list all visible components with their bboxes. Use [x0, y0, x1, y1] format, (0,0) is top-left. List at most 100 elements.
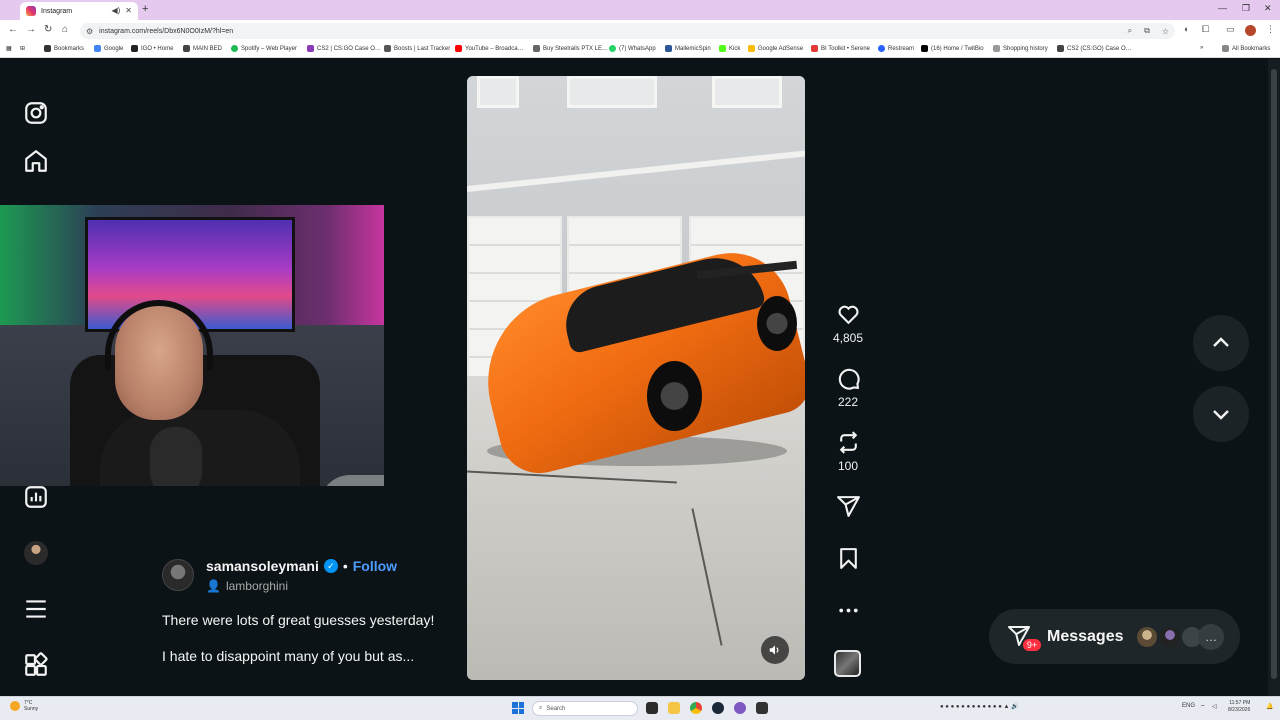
taskbar-search[interactable]: ⌕ Search: [532, 701, 638, 716]
close-window-icon[interactable]: ✕: [1264, 3, 1272, 14]
windows-start-icon[interactable]: [512, 702, 524, 714]
browser-tab-instagram[interactable]: Instagram ◀) ✕: [20, 2, 138, 20]
bookmarks-grid-icon[interactable]: ⊞: [20, 45, 25, 52]
repost-action[interactable]: 100: [830, 430, 866, 473]
bookmarks-overflow-icon[interactable]: »: [1200, 45, 1203, 51]
tray-icons[interactable]: ● ● ● ● ● ● ● ● ● ● ● ● ▲ 🔊: [940, 703, 1019, 710]
task-view-icon[interactable]: [646, 702, 658, 714]
bookmark-item[interactable]: Boosts | Last Tracker: [384, 45, 450, 52]
reel-video[interactable]: [467, 76, 805, 680]
bookmark-item[interactable]: MAIN BED: [183, 45, 222, 52]
apps-grid-icon[interactable]: ▦: [6, 45, 12, 52]
language-indicator[interactable]: ENG: [1182, 703, 1195, 709]
steam-icon[interactable]: [712, 702, 724, 714]
back-icon[interactable]: ←: [8, 24, 18, 35]
conversation-avatar[interactable]: [1158, 625, 1182, 649]
zoom-icon[interactable]: ⌕: [1128, 26, 1132, 36]
insights-icon[interactable]: [23, 484, 49, 510]
chrome-icon[interactable]: [690, 702, 702, 714]
home-icon[interactable]: ⌂: [62, 24, 68, 35]
maximize-icon[interactable]: ❐: [1242, 3, 1250, 14]
instagram-logo-icon[interactable]: [23, 100, 49, 126]
home-nav-icon[interactable]: [23, 148, 49, 174]
microphone-icon: [150, 427, 202, 486]
sun-icon: [10, 701, 20, 711]
author-username[interactable]: samansoleymani: [206, 558, 319, 574]
windows-taskbar: 7°C Sunny ⌕ Search ● ● ● ● ● ● ● ● ● ● ●…: [0, 696, 1280, 720]
extension-icon[interactable]: ◐: [1184, 24, 1189, 34]
unmute-button[interactable]: [761, 636, 789, 664]
tab-close-icon[interactable]: ✕: [125, 7, 132, 15]
taskbar-clock[interactable]: 11:57 PM 8/23/2026: [1228, 700, 1250, 714]
house-window: [567, 76, 657, 108]
bookmark-item[interactable]: Bookmarks: [44, 45, 84, 52]
audio-tag-label: lamborghini: [225, 579, 288, 593]
minimize-icon[interactable]: —: [1218, 3, 1227, 13]
bookmark-item[interactable]: MallemicSpin: [665, 45, 711, 52]
bookmark-item[interactable]: CS2 (CS:GO) Case O…: [1057, 45, 1132, 52]
search-icon: ⌕: [539, 705, 543, 711]
wifi-icon[interactable]: ⌔: [1200, 703, 1206, 711]
bookmark-item[interactable]: BI Toolkit • Serene: [811, 45, 870, 52]
bookmark-item[interactable]: Spotify – Web Player: [231, 45, 297, 52]
new-tab-icon[interactable]: +: [142, 3, 148, 15]
bookmark-item[interactable]: YouTube – Broadca…: [455, 45, 524, 52]
more-conversations-icon[interactable]: …: [1198, 624, 1224, 650]
like-count: 4,805: [832, 331, 864, 345]
install-icon[interactable]: ⧉: [1144, 26, 1150, 36]
sidebar-icon[interactable]: ▭: [1226, 24, 1235, 35]
more-menu-icon[interactable]: [23, 596, 49, 622]
all-bookmarks-folder[interactable]: All Bookmarks: [1222, 45, 1270, 52]
extensions-puzzle-icon[interactable]: ⧠: [1202, 24, 1209, 35]
weather-widget[interactable]: 7°C Sunny: [10, 700, 38, 712]
bookmark-item[interactable]: Shopping history: [993, 45, 1048, 52]
bookmark-item[interactable]: Google: [94, 45, 123, 52]
car-wheel: [647, 361, 702, 431]
bookmark-item[interactable]: Buy Steelrails PTX LE…: [533, 45, 608, 52]
next-reel-button[interactable]: [1193, 386, 1249, 442]
bookmark-item[interactable]: CS2 | CS:GO Case O…: [307, 45, 381, 52]
car-wheel: [757, 296, 797, 351]
repost-icon: [839, 431, 857, 454]
person-icon: 👤: [206, 579, 221, 593]
forward-icon[interactable]: →: [26, 24, 36, 35]
volume-icon[interactable]: ◁: [1212, 703, 1217, 710]
bookmark-star-icon[interactable]: ☆: [1162, 27, 1169, 36]
scrollbar-thumb[interactable]: [1271, 69, 1277, 679]
bookmark-item[interactable]: Restream: [878, 45, 914, 52]
comment-action[interactable]: 222: [830, 366, 866, 409]
original-audio-thumbnail[interactable]: [834, 650, 861, 677]
page-scrollbar[interactable]: [1268, 59, 1280, 696]
menu-kebab-icon[interactable]: ⋮: [1266, 24, 1275, 35]
obs-icon[interactable]: [756, 702, 768, 714]
reload-icon[interactable]: ↻: [44, 24, 52, 35]
audio-tag[interactable]: 👤 lamborghini: [206, 579, 288, 593]
bookmark-item[interactable]: Google AdSense: [748, 45, 803, 52]
also-from-meta-icon[interactable]: [23, 652, 49, 678]
profile-avatar[interactable]: [1245, 25, 1256, 36]
file-explorer-icon[interactable]: [668, 702, 680, 714]
save-action[interactable]: [830, 546, 866, 571]
site-info-icon[interactable]: ⚙: [86, 27, 93, 36]
browser-toolbar: ← → ↻ ⌂ ⚙ instagram.com/reels/Dbx6N0O0Iz…: [0, 20, 1280, 42]
bookmark-item[interactable]: (7) WhatsApp: [609, 45, 656, 52]
address-bar[interactable]: ⚙ instagram.com/reels/Dbx6N0O0IzM/?hl=en…: [80, 23, 1175, 39]
notifications-icon[interactable]: 🔔: [1266, 703, 1273, 710]
follow-button[interactable]: Follow: [353, 558, 397, 574]
previous-reel-button[interactable]: [1193, 315, 1249, 371]
caption-line[interactable]: I hate to disappoint many of you but as.…: [162, 648, 414, 664]
author-avatar[interactable]: [162, 559, 194, 591]
bookmark-item[interactable]: (16) Home / TwitBio: [921, 45, 984, 52]
bookmark-item[interactable]: Kick: [719, 45, 740, 52]
bookmark-item[interactable]: IGO • Home: [131, 45, 173, 52]
tab-title: Instagram: [41, 7, 73, 15]
weather-desc: Sunny: [24, 706, 39, 712]
unread-badge: 9+: [1021, 636, 1043, 653]
app-icon[interactable]: [734, 702, 746, 714]
like-action[interactable]: 4,805: [830, 302, 866, 345]
more-options-action[interactable]: [830, 598, 866, 623]
profile-nav-avatar[interactable]: [24, 541, 48, 565]
conversation-avatar[interactable]: [1135, 625, 1159, 649]
tab-audio-icon[interactable]: ◀): [111, 7, 120, 15]
share-action[interactable]: [830, 494, 866, 519]
